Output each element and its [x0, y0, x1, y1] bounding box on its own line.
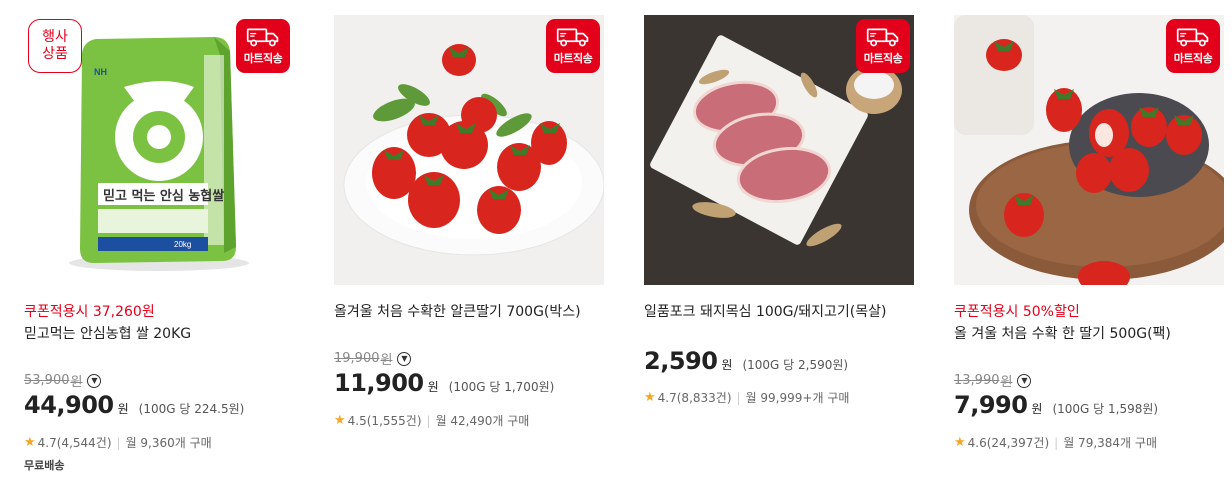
- sale-price-won: 원: [427, 380, 439, 394]
- original-price-value: 19,900: [334, 351, 380, 366]
- product-card-strawberry-box[interactable]: 마트직송 올겨울 처음 수확한 알큰딸기 700G(박스) 19,900 원 ▼ …: [334, 15, 604, 428]
- sale-price-won: 원: [117, 402, 129, 416]
- sale-price: 44,900 원 (100G 당 224.5원): [24, 391, 244, 419]
- unit-price: (100G 당 2,590원): [742, 358, 849, 372]
- rice-bag-weight: 20kg: [174, 240, 191, 249]
- divider: |: [736, 390, 741, 405]
- product-card-pork-neck[interactable]: 마트직송 일품포크 돼지목심 100G/돼지고기(목살) 2,590 원 (10…: [644, 15, 914, 405]
- rating-row: ★ 4.7 (8,833건) | 월 99,999+개 구매: [644, 389, 849, 406]
- unit-price: (100G 당 1,700원): [448, 380, 555, 394]
- star-icon: ★: [24, 435, 36, 450]
- sale-price: 2,590 원 (100G 당 2,590원): [644, 347, 848, 375]
- truck-icon: [1176, 26, 1210, 48]
- product-title[interactable]: 믿고먹는 안심농협 쌀 20KG: [24, 323, 191, 343]
- original-price: 13,990 원 ▼: [954, 371, 1032, 390]
- coupon-discount: 쿠폰적용시 50%할인: [954, 304, 1080, 320]
- star-icon: ★: [954, 435, 966, 450]
- rating-row: ★ 4.5 (1,555건) | 월 42,490개 구매: [334, 412, 529, 429]
- event-product-label: 행사상품: [42, 29, 68, 62]
- divider: |: [426, 413, 431, 428]
- rating-score: 4.7: [37, 435, 57, 450]
- unit-price: (100G 당 224.5원): [138, 402, 245, 416]
- chevron-down-circle-icon[interactable]: ▼: [1017, 373, 1032, 388]
- mart-delivery-badge: 마트직송: [856, 19, 910, 73]
- rating-row: ★ 4.7 (4,544건) | 월 9,360개 구매: [24, 434, 212, 451]
- sale-price: 7,990 원 (100G 당 1,598원): [954, 391, 1158, 419]
- product-image-strawberry-bowl[interactable]: 마트직송: [954, 15, 1224, 285]
- chevron-down-circle-icon[interactable]: ▼: [87, 373, 102, 388]
- rating-row: ★ 4.6 (24,397건) | 월 79,384개 구매: [954, 434, 1157, 451]
- original-price-value: 13,990: [954, 373, 1000, 388]
- sale-price-value: 7,990: [954, 391, 1028, 419]
- sale-price-value: 11,900: [334, 369, 424, 397]
- rice-bag-title: 믿고 먹는 안심 농협쌀: [103, 188, 224, 204]
- product-grid: NH 믿고 먹는 안심 농협쌀 20kg 마트직송 행사상품 쿠폰적용시 37,…: [0, 0, 1232, 484]
- product-title[interactable]: 올 겨울 처음 수확 한 딸기 500G(팩): [954, 323, 1171, 343]
- free-shipping: 무료배송: [24, 459, 65, 472]
- monthly-sales: 월 99,999+개 구매: [745, 391, 850, 405]
- truck-icon: [866, 26, 900, 48]
- original-price: 19,900 원 ▼: [334, 349, 412, 368]
- review-count[interactable]: (4,544건): [57, 434, 112, 451]
- rating-score: 4.6: [967, 435, 987, 450]
- star-icon: ★: [644, 390, 656, 405]
- mart-delivery-label: 마트직송: [553, 52, 593, 65]
- truck-icon: [556, 26, 590, 48]
- original-price-won: 원: [70, 375, 83, 390]
- chevron-down-circle-icon[interactable]: ▼: [397, 351, 412, 366]
- truck-icon: [246, 26, 280, 48]
- mart-delivery-badge: 마트직송: [546, 19, 600, 73]
- product-card-strawberry-pack[interactable]: 마트직송 쿠폰적용시 50%할인 올 겨울 처음 수확 한 딸기 500G(팩)…: [954, 15, 1224, 450]
- mart-delivery-label: 마트직송: [243, 52, 283, 65]
- unit-price: (100G 당 1,598원): [1052, 402, 1159, 416]
- coupon-price: 쿠폰적용시 37,260원: [24, 304, 155, 320]
- sale-price-won: 원: [1031, 402, 1043, 416]
- review-count[interactable]: (1,555건): [367, 412, 422, 429]
- original-price-value: 53,900: [24, 373, 70, 388]
- mart-delivery-label: 마트직송: [1173, 52, 1213, 65]
- product-title[interactable]: 일품포크 돼지목심 100G/돼지고기(목살): [644, 301, 886, 321]
- rating-score: 4.7: [657, 390, 677, 405]
- rice-bag-brand: NH: [94, 67, 107, 77]
- mart-delivery-badge: 마트직송: [236, 19, 290, 73]
- rating-score: 4.5: [347, 413, 367, 428]
- divider: |: [116, 435, 121, 450]
- product-title[interactable]: 올겨울 처음 수확한 알큰딸기 700G(박스): [334, 301, 581, 321]
- product-card-rice[interactable]: NH 믿고 먹는 안심 농협쌀 20kg 마트직송 행사상품 쿠폰적용시 37,…: [24, 15, 294, 472]
- original-price: 53,900 원 ▼: [24, 371, 102, 390]
- sale-price-value: 2,590: [644, 347, 718, 375]
- review-count[interactable]: (24,397건): [987, 434, 1049, 451]
- mart-delivery-badge: 마트직송: [1166, 19, 1220, 73]
- product-image-rice[interactable]: NH 믿고 먹는 안심 농협쌀 20kg 마트직송 행사상품: [24, 15, 294, 285]
- original-price-won: 원: [1000, 375, 1013, 390]
- monthly-sales: 월 42,490개 구매: [435, 414, 530, 428]
- sale-price: 11,900 원 (100G 당 1,700원): [334, 369, 554, 397]
- original-price-won: 원: [380, 353, 393, 368]
- monthly-sales: 월 9,360개 구매: [125, 436, 212, 450]
- review-count[interactable]: (8,833건): [677, 389, 732, 406]
- sale-price-won: 원: [721, 358, 733, 372]
- star-icon: ★: [334, 413, 346, 428]
- sale-price-value: 44,900: [24, 391, 114, 419]
- product-image-pork[interactable]: 마트직송: [644, 15, 914, 285]
- event-product-badge: 행사상품: [28, 19, 82, 73]
- monthly-sales: 월 79,384개 구매: [1063, 436, 1157, 450]
- product-image-strawberry[interactable]: 마트직송: [334, 15, 604, 285]
- divider: |: [1054, 435, 1059, 450]
- mart-delivery-label: 마트직송: [863, 52, 903, 65]
